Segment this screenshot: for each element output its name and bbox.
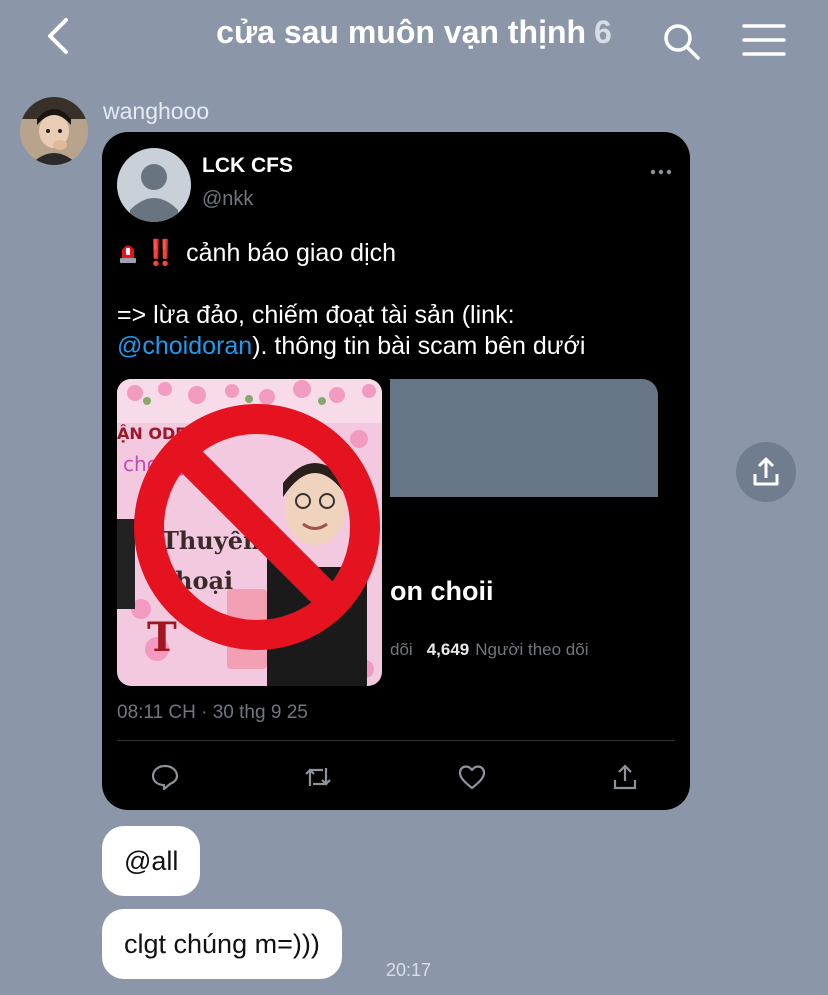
search-icon [664, 24, 700, 60]
reply-button[interactable] [150, 762, 180, 792]
tweet-line-1: ‼️ cảnh báo giao dịch [117, 238, 677, 269]
reply-bubble-icon [151, 764, 179, 791]
tweet-timestamp: 08:11 CH · 30 thg 9 25 [117, 702, 308, 723]
chat-header: cửa sau muôn vạn thịnh 6 [0, 0, 828, 80]
embedded-profile-banner [390, 379, 658, 497]
retweet-icon [305, 768, 331, 786]
more-dots-icon [650, 169, 672, 175]
tweet-line-3-text: ). thông tin bài scam bên dưới [252, 332, 586, 360]
message-time: 20:17 [386, 960, 432, 980]
tweet-media-image[interactable]: ẬN ODER chợ uyển Thuyền hoại T [117, 379, 382, 686]
banned-profile-collage: ẬN ODER chợ uyển Thuyền hoại T [117, 379, 382, 686]
member-count: 6 [594, 14, 612, 50]
search-button[interactable] [660, 20, 702, 62]
mention-link[interactable]: @choidoran [117, 332, 252, 360]
tweet-text: ‼️ cảnh báo giao dịch => lừa đảo, chiếm đ… [117, 238, 677, 362]
message-bubble-mention-all[interactable]: @all [102, 826, 201, 896]
tweet-line-2: => lừa đảo, chiếm đoạt tài sản (link: [117, 301, 515, 329]
forward-share-button[interactable] [736, 442, 796, 502]
group-name: cửa sau muôn vạn thịnh [216, 14, 587, 50]
share-upload-icon [753, 457, 779, 486]
tweet-line-3: @choidoran). thông tin bài scam bên dưới [117, 331, 677, 362]
following-label: dõi [390, 640, 413, 659]
shared-tweet-image[interactable]: LCK CFS @nkk ‼️ cảnh báo giao dịch => lừa… [102, 132, 690, 810]
embedded-profile-stats: dõi 4,649 Người theo dõi [390, 640, 589, 660]
embedded-profile-name: on choii [390, 576, 494, 606]
double-exclamation-emoji: ‼️ [145, 239, 177, 267]
retweet-button[interactable] [303, 762, 333, 792]
more-options-button[interactable] [650, 165, 672, 184]
tweet-author-handle: @nkk [202, 188, 254, 210]
sender-name: wanghooo [103, 98, 210, 124]
followers-count: 4,649 [426, 640, 470, 659]
collage-logo: T [147, 614, 177, 661]
menu-button[interactable] [740, 20, 788, 60]
heart-icon [458, 765, 486, 790]
hamburger-menu-icon [742, 24, 786, 56]
share-upload-icon [613, 764, 637, 790]
siren-emoji-icon [120, 245, 136, 263]
chat-title: cửa sau muôn vạn thịnh 6 [0, 14, 828, 51]
default-user-icon [130, 164, 178, 222]
tweet-divider [117, 740, 675, 741]
like-button[interactable] [457, 762, 487, 792]
tweet-share-button[interactable] [610, 762, 640, 792]
tweet-line-1-text: cảnh báo giao dịch [186, 239, 397, 267]
tweet-author-name: LCK CFS [202, 154, 293, 177]
message-bubble-text[interactable]: clgt chúng m=))) [102, 909, 342, 979]
avatar-photo [20, 97, 88, 165]
tweet-author-avatar [117, 148, 191, 222]
sender-avatar[interactable] [20, 97, 88, 165]
followers-label: Người theo dõi [475, 640, 589, 659]
